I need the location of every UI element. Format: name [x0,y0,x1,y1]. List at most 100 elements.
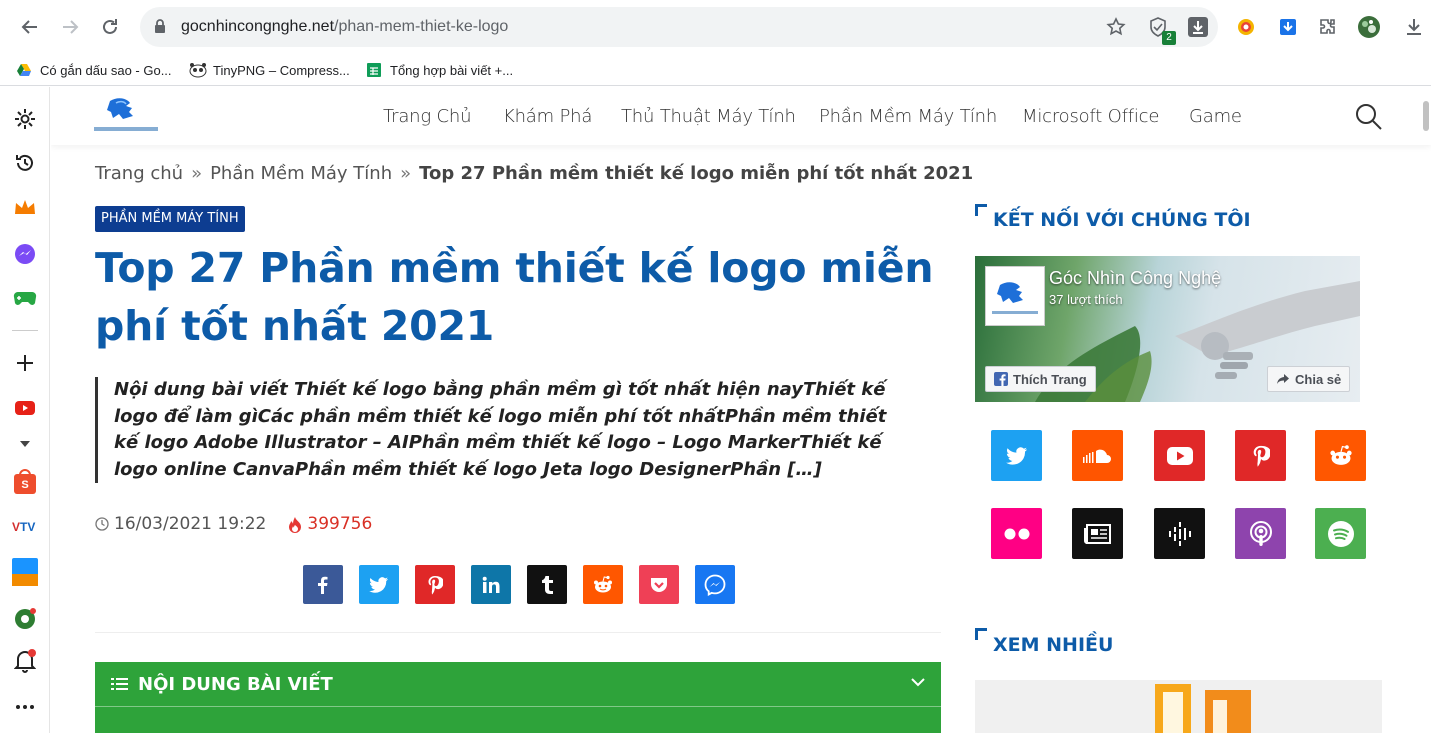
social-youtube-link[interactable] [1154,430,1205,481]
social-apple-podcasts-link[interactable] [1235,508,1286,559]
messenger-icon[interactable] [12,241,38,267]
table-of-contents[interactable]: NỘI DUNG BÀI VIẾT [95,662,941,733]
reload-icon[interactable] [97,14,123,40]
extension-badge: 2 [1162,31,1176,45]
pinterest-icon [428,575,443,594]
social-soundcloud-link[interactable] [1072,430,1123,481]
vtv-app-icon[interactable]: V TV [12,515,38,541]
facebook-share-label: Chia sẻ [1295,371,1342,387]
bookmark-label: TinyPNG – Compress... [213,62,350,78]
chevron-down-icon[interactable] [12,431,38,457]
social-reddit-link[interactable] [1315,430,1366,481]
connect-widget-title: KẾT NỐI VỚI CHÚNG TÔI [993,209,1251,231]
pinterest-icon [1253,445,1270,467]
add-icon[interactable] [12,350,38,376]
star-icon[interactable] [1104,15,1128,39]
toc-title: NỘI DUNG BÀI VIẾT [138,673,333,695]
facebook-page-name[interactable]: Góc Nhìn Công Nghệ [1049,268,1221,289]
puzzle-extensions-icon[interactable] [1316,15,1340,39]
audio-waveform-icon [1168,521,1191,546]
url-path: /phan-mem-thiet-ke-logo [334,18,509,35]
profile-avatar-icon[interactable] [1357,15,1381,39]
notification-bell-icon[interactable] [12,648,38,674]
share-pinterest-button[interactable] [415,565,455,604]
youtube-app-icon[interactable] [12,395,38,421]
toc-header[interactable]: NỘI DUNG BÀI VIẾT [95,662,941,707]
breadcrumb-separator: » [191,163,203,184]
social-podcast-audio-link[interactable] [1154,508,1205,559]
share-reddit-button[interactable] [583,565,623,604]
social-flickr-link[interactable] [991,508,1042,559]
google-drive-icon [16,62,32,78]
bookmark-item[interactable]: Có gắn dấu sao - Go... [16,60,172,80]
share-messenger-button[interactable] [695,565,735,604]
more-dots-icon[interactable] [12,694,38,720]
share-pocket-button[interactable] [639,565,679,604]
menu-thu-thuat-may-tinh[interactable]: Thủ Thuật Máy Tính [621,106,796,127]
flickr-icon [1004,528,1029,539]
most-viewed-thumbnail[interactable] [975,680,1382,733]
article-excerpt: Nội dung bài viết Thiết kế logo bằng phầ… [95,377,915,483]
menu-microsoft-office[interactable]: Microsoft Office [1022,106,1159,127]
svg-text:S: S [21,479,28,491]
downloads-icon[interactable] [1402,15,1426,39]
social-pinterest-link[interactable] [1235,430,1286,481]
facebook-like-page-button[interactable]: Thích Trang [985,366,1096,392]
facebook-like-label: Thích Trang [1013,371,1087,387]
blue-download-extension-icon[interactable] [1276,15,1300,39]
share-arrow-icon [1276,373,1290,385]
gamepad-icon[interactable] [12,285,38,311]
address-bar[interactable]: gocnhincongnghe.net/phan-mem-thiet-ke-lo… [140,7,1218,47]
facebook-share-button[interactable]: Chia sẻ [1267,366,1351,392]
site-logo[interactable] [94,95,158,135]
article-meta: 16/03/2021 19:22 399756 [95,514,372,534]
menu-game[interactable]: Game [1189,106,1242,127]
chevron-down-icon[interactable] [911,678,925,687]
facebook-page-logo[interactable] [985,266,1045,326]
menu-trang-chu[interactable]: Trang Chủ [383,106,471,127]
settings-gear-icon[interactable] [12,106,38,132]
share-linkedin-button[interactable] [471,565,511,604]
menu-kham-pha[interactable]: Khám Phá [503,106,592,127]
messenger-icon [704,574,726,596]
shopee-app-icon[interactable]: S [12,469,38,495]
download-arrow-extension-icon[interactable] [1186,15,1210,39]
social-spotify-link[interactable] [1315,508,1366,559]
twitter-icon [1005,446,1027,465]
reddit-icon [594,575,612,592]
svg-text:V: V [12,520,20,534]
colorful-extension-icon[interactable] [1234,15,1258,39]
shield-extension-icon[interactable]: 2 [1146,15,1176,45]
bookmark-item[interactable]: Tổng hợp bài viết +... [366,60,513,80]
search-icon[interactable] [1355,103,1383,136]
history-icon[interactable] [12,150,38,176]
soundcloud-icon [1082,449,1111,463]
share-tumblr-button[interactable] [527,565,567,604]
category-badge[interactable]: PHẦN MỀM MÁY TÍNH [95,206,245,232]
share-twitter-button[interactable] [359,565,399,604]
bookmark-item[interactable]: TinyPNG – Compress... [189,60,350,80]
menu-phan-mem-may-tinh[interactable]: Phần Mềm Máy Tính [819,106,997,127]
office-logo-image [1155,684,1251,733]
breadcrumb-home[interactable]: Trang chủ [95,163,183,184]
tiki-app-icon[interactable] [12,558,38,586]
forward-icon[interactable] [57,14,83,40]
newspaper-icon [1083,523,1111,544]
lock-icon [154,19,166,39]
soccer-ball-icon[interactable] [12,606,38,632]
share-facebook-button[interactable] [303,565,343,604]
list-icon [111,677,128,691]
facebook-page-widget[interactable]: Góc Nhìn Công Nghệ 37 lượt thích Thích T… [975,256,1360,402]
breadcrumb-category[interactable]: Phần Mềm Máy Tính [210,163,392,184]
browser-toolbar: gocnhincongnghe.net/phan-mem-thiet-ke-lo… [0,0,1431,54]
breadcrumb-separator: » [400,163,412,184]
social-news-link[interactable] [1072,508,1123,559]
page-scrollbar[interactable] [1423,101,1429,131]
back-icon[interactable] [17,14,43,40]
linkedin-icon [482,576,500,593]
crown-icon[interactable] [12,195,38,221]
twitter-icon [369,576,389,593]
youtube-icon [1166,446,1193,465]
svg-text:TV: TV [20,520,35,534]
social-twitter-link[interactable] [991,430,1042,481]
